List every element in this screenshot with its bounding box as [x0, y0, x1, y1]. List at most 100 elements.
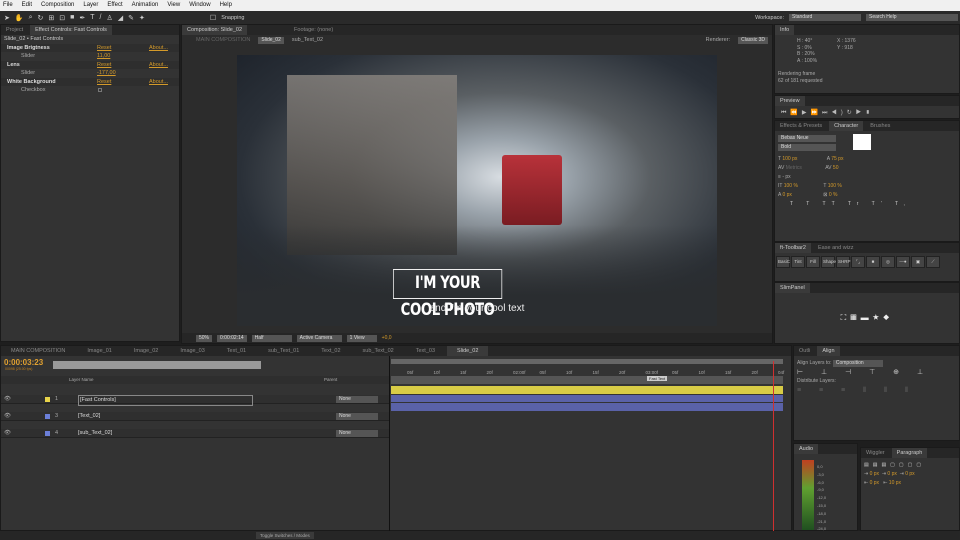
timeline-tab[interactable]: sub_Text_01: [258, 346, 309, 356]
puppet-tool-icon[interactable]: ✦: [139, 14, 145, 22]
pen-tool-icon[interactable]: ✒: [79, 14, 85, 22]
view-select[interactable]: 1 View: [346, 334, 377, 342]
eraser-tool-icon[interactable]: ◢: [118, 14, 123, 22]
sub-text[interactable]: and I'm your cool text: [417, 303, 537, 314]
align-to-select[interactable]: Composition: [832, 360, 883, 367]
menu-file[interactable]: File: [3, 0, 13, 11]
effect-name[interactable]: Image Brigtness: [7, 44, 50, 53]
fill-button[interactable]: Fill: [806, 256, 820, 268]
menu-effect[interactable]: Effect: [107, 0, 122, 11]
checkbox[interactable]: [98, 88, 102, 92]
shape-button[interactable]: Shape: [821, 256, 836, 268]
menu-animation[interactable]: Animation: [132, 0, 159, 11]
camera-select[interactable]: Active Camera: [296, 334, 342, 342]
layer-search-input[interactable]: [53, 361, 261, 369]
baseline-shift[interactable]: 0 px: [782, 192, 791, 198]
menu-layer[interactable]: Layer: [83, 0, 98, 11]
audio-icon[interactable]: ◀): [831, 110, 846, 116]
exposure-value[interactable]: +0,0: [382, 335, 392, 341]
search-help-input[interactable]: Search Help: [866, 14, 958, 21]
space-after[interactable]: 10 px: [889, 480, 901, 486]
tab-effects-presets[interactable]: Effects & Presets: [775, 121, 827, 131]
justify-buttons[interactable]: ▤▤▤▢▢▢▢: [864, 461, 956, 470]
title-text[interactable]: I'M YOUR COOL PHOTO: [393, 269, 503, 320]
resolution-select[interactable]: Half: [251, 334, 292, 342]
layer-name[interactable]: [Fast Controls]: [78, 395, 253, 406]
parent-select[interactable]: None: [336, 413, 378, 420]
layer-row[interactable]: 👁 4 [sub_Text_02] None: [1, 429, 389, 438]
indent-left[interactable]: 0 px: [870, 471, 879, 477]
fit-icon[interactable]: ⛶: [841, 313, 851, 322]
playhead[interactable]: [773, 361, 774, 532]
reset-link[interactable]: Reset: [97, 61, 111, 70]
vertical-scale[interactable]: 100 %: [784, 183, 798, 189]
stroke-width[interactable]: - px: [782, 174, 790, 180]
menu-help[interactable]: Help: [220, 0, 232, 11]
visibility-eye-icon[interactable]: 👁: [4, 412, 11, 421]
align-buttons[interactable]: ⊢ ⊥ ⊣ ⊤ ⊕ ⊥: [797, 368, 956, 377]
font-select[interactable]: Bebas Neue: [778, 135, 836, 142]
visibility-eye-icon[interactable]: 👁: [4, 429, 11, 438]
effect-name[interactable]: White Background: [7, 78, 56, 87]
timeline-tab[interactable]: Image_03: [170, 346, 214, 356]
rectangle-tool-icon[interactable]: ■: [70, 14, 74, 21]
zoom-select[interactable]: 50%: [196, 334, 213, 342]
timeline-tab[interactable]: Slide_02: [447, 346, 489, 356]
prev-frame-icon[interactable]: ⏪: [790, 110, 801, 116]
star-icon[interactable]: ★: [873, 313, 883, 322]
tab-paragraph[interactable]: Paragraph: [891, 448, 928, 458]
toggle-switches-modes-button[interactable]: Toggle Switches / Modes: [256, 532, 314, 539]
layer-row[interactable]: 👁 1 [Fast Controls] None: [1, 395, 389, 406]
tint-button[interactable]: Tint: [791, 256, 805, 268]
timeline-tab[interactable]: Text_02: [311, 346, 350, 356]
indent-right[interactable]: 0 px: [887, 471, 896, 477]
basic-button[interactable]: BasiC: [776, 256, 790, 268]
fill-color-swatch[interactable]: [853, 134, 871, 150]
diamond-icon[interactable]: ◆: [883, 313, 893, 322]
comp-marker[interactable]: Fast Text: [647, 376, 668, 381]
pan-behind-tool-icon[interactable]: ⊡: [59, 14, 65, 22]
kerning[interactable]: Metrics: [786, 165, 802, 171]
effect-row[interactable]: White Background Reset About...: [1, 77, 179, 87]
loop-icon[interactable]: ↻: [847, 110, 856, 116]
tab-audio[interactable]: Audio: [794, 444, 819, 454]
crumb-subtext[interactable]: sub_Text_02: [292, 36, 323, 45]
grid-icon[interactable]: ▦: [850, 313, 860, 322]
indent-first[interactable]: 0 px: [905, 471, 914, 477]
current-timecode[interactable]: 0:00:03:23: [4, 358, 43, 367]
crumb-main[interactable]: MAIN COMPOSITION: [196, 36, 250, 45]
hand-tool-icon[interactable]: ✋: [15, 14, 24, 22]
tab-footage[interactable]: Footage: (none): [289, 25, 338, 35]
about-link[interactable]: About...: [149, 78, 168, 87]
renderer-select[interactable]: Classic 3D: [738, 36, 768, 44]
sharp-button[interactable]: SHRP: [836, 256, 851, 268]
label-color[interactable]: [45, 397, 50, 402]
layers-icon[interactable]: ▬: [861, 313, 873, 322]
menu-edit[interactable]: Edit: [22, 0, 32, 11]
layer-name[interactable]: [Text_02]: [78, 412, 100, 421]
tab-character[interactable]: Character: [829, 121, 864, 131]
tab-ease-and-wizz[interactable]: Ease and wizz: [813, 243, 858, 253]
selection-tool-icon[interactable]: ➤: [4, 14, 10, 22]
tab-align[interactable]: Align: [817, 346, 840, 356]
composition-viewer[interactable]: I'M YOUR COOL PHOTO and I'm your cool te…: [237, 55, 717, 326]
effect-row[interactable]: Lens Reset About...: [1, 60, 179, 70]
about-link[interactable]: About...: [149, 61, 168, 70]
next-frame-icon[interactable]: ⏩: [811, 110, 822, 116]
snapping-checkbox[interactable]: ☐: [210, 14, 216, 22]
graph-icon[interactable]: ⟋: [926, 256, 940, 268]
tab-outline[interactable]: Outli: [794, 346, 815, 356]
brush-tool-icon[interactable]: /: [100, 14, 102, 21]
workspace-select[interactable]: Standard: [789, 14, 861, 21]
clone-tool-icon[interactable]: ♙: [106, 14, 112, 22]
timeline-tab[interactable]: Image_01: [77, 346, 121, 356]
menu-window[interactable]: Window: [189, 0, 210, 11]
tab-wiggler[interactable]: Wiggler: [861, 448, 890, 458]
zoom-tool-icon[interactable]: ⌕: [29, 14, 33, 22]
text-tool-icon[interactable]: T: [90, 14, 94, 21]
tab-ft-toolbar[interactable]: ft-Toolbar2: [775, 243, 811, 253]
effect-name[interactable]: Lens: [7, 61, 20, 70]
rotate-tool-icon[interactable]: ↻: [38, 14, 44, 22]
tab-effect-controls[interactable]: Effect Controls: Fast Controls: [30, 25, 112, 35]
layer-duration-bar[interactable]: [391, 386, 783, 394]
